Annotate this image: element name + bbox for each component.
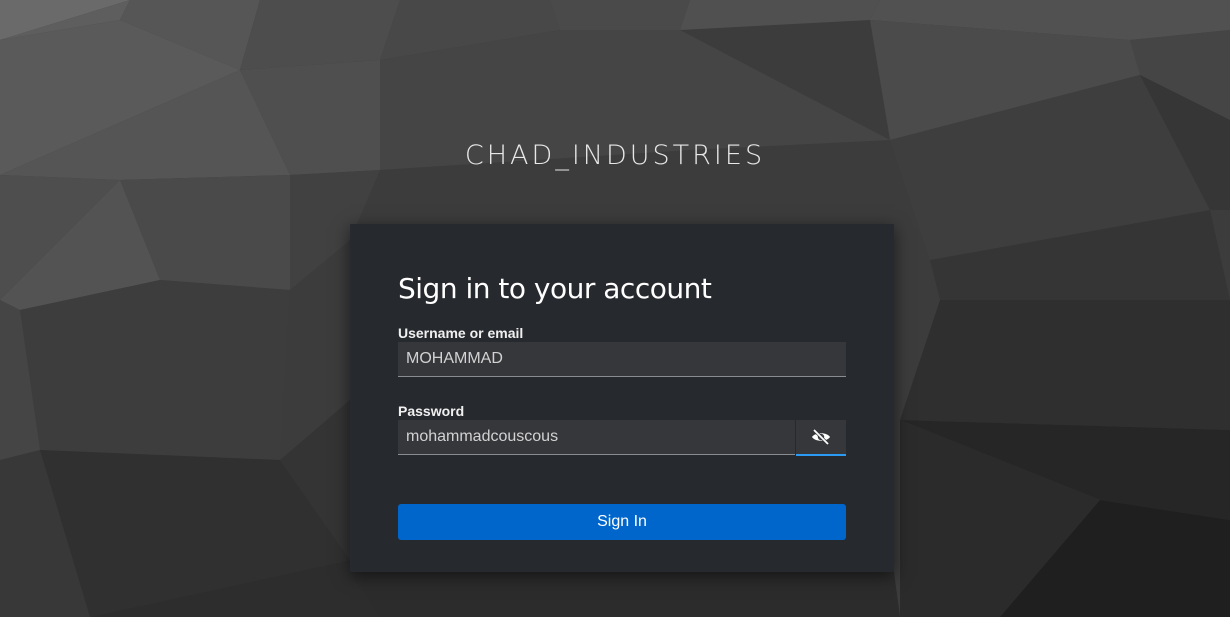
username-input[interactable]: [398, 342, 846, 377]
username-label: Username or email: [398, 325, 524, 341]
realm-title: CHAD_INDUSTRIES: [464, 140, 766, 171]
sign-in-button[interactable]: Sign In: [398, 504, 846, 540]
show-password-button[interactable]: [796, 420, 846, 456]
login-card: Sign in to your account Username or emai…: [350, 224, 894, 572]
password-input[interactable]: [398, 420, 795, 455]
page-title: Sign in to your account: [398, 272, 712, 305]
password-label: Password: [398, 403, 465, 419]
eye-slash-icon: [811, 429, 831, 445]
